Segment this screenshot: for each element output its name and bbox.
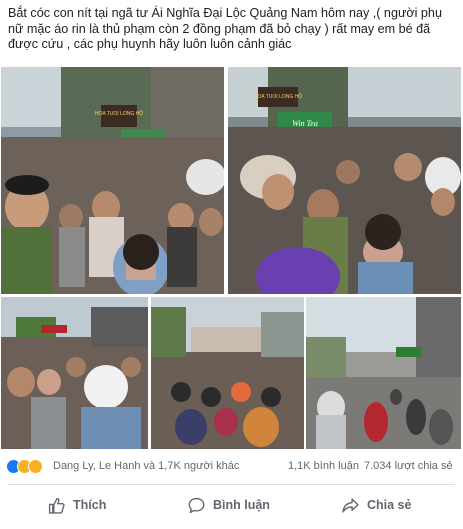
comments-count[interactable]: 1,1K bình luận xyxy=(288,460,359,472)
reactors-text[interactable]: Dang Ly, Le Hanh và 1,7K người khác xyxy=(53,460,239,472)
post-actions: Thích Bình luận Chia sẻ xyxy=(0,488,463,522)
street-photo-motorbikes xyxy=(306,297,461,449)
shop-sign-1: HOA TUOI LONG HỘ xyxy=(95,110,143,117)
like-button[interactable]: Thích xyxy=(48,492,106,518)
comment-button[interactable]: Bình luận xyxy=(188,492,270,518)
post-photo-3[interactable] xyxy=(1,297,148,449)
crowd-photo-police-officer: HOA TUOI LONG HỘ xyxy=(1,67,224,294)
post-photo-5[interactable] xyxy=(306,297,461,449)
divider xyxy=(8,484,455,485)
like-label: Thích xyxy=(73,498,107,512)
post-text: Bắt cóc con nít tại ngã tư Ái Nghĩa Đại … xyxy=(8,6,442,51)
wow-reaction-icon xyxy=(28,459,43,474)
crowd-photo-intersection xyxy=(151,297,304,449)
post-photo-4[interactable] xyxy=(151,297,304,449)
banner-text: Win Tea xyxy=(292,119,318,128)
share-button[interactable]: Chia sẻ xyxy=(342,492,411,518)
shop-sign-2: HOA TUOI LONG HỘ xyxy=(254,93,302,100)
share-icon xyxy=(342,497,359,514)
comment-label: Bình luận xyxy=(213,498,270,512)
post-photo-2[interactable]: HOA TUOI LONG HỘ Win Tea xyxy=(228,67,461,294)
crowd-photo-police-woman: HOA TUOI LONG HỘ Win Tea xyxy=(228,67,461,294)
post-photo-1[interactable]: HOA TUOI LONG HỘ xyxy=(1,67,224,294)
share-label: Chia sẻ xyxy=(367,498,412,512)
comment-icon xyxy=(188,497,205,514)
shares-count[interactable]: 7.034 lượt chia sẻ xyxy=(364,460,453,472)
facebook-post: Bắt cóc con nít tại ngã tư Ái Nghĩa Đại … xyxy=(0,0,463,529)
thumbs-up-icon xyxy=(48,497,65,514)
crowd-photo-street xyxy=(1,297,148,449)
reaction-stats: Dang Ly, Le Hanh và 1,7K người khác 1,1K… xyxy=(0,455,463,479)
